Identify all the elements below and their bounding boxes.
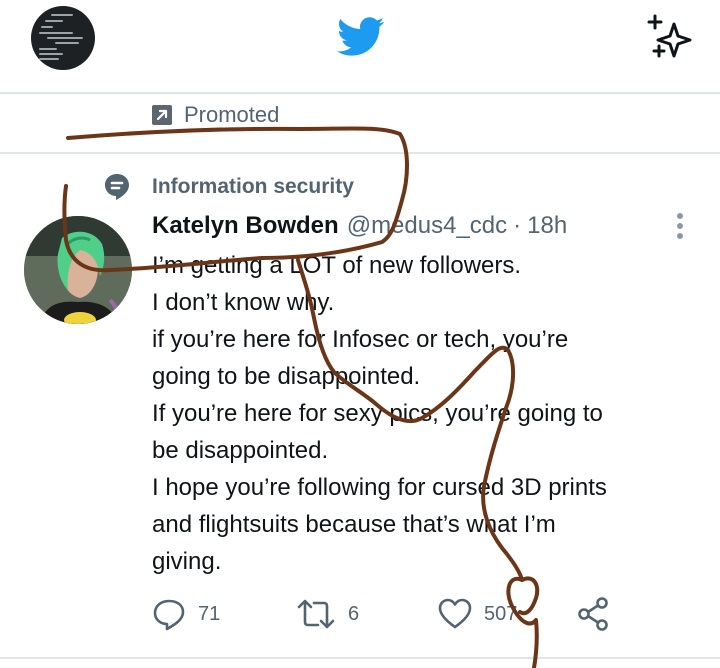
topic-bubble-icon (105, 174, 129, 200)
tweet-text-line: and flightsuits because that’s what I’m (152, 511, 556, 538)
share-icon (578, 597, 608, 631)
author-name[interactable]: Katelyn Bowden (152, 212, 339, 240)
tweet-text-line: be disappointed. (152, 437, 329, 464)
tweet-text-line: giving. (152, 548, 222, 575)
reply-count: 71 (198, 602, 221, 625)
profile-avatar[interactable] (31, 6, 95, 70)
separator-dot: · (513, 212, 522, 239)
reply-icon (153, 599, 185, 631)
like-button[interactable]: 507 (438, 596, 517, 632)
tweet-text-line: I hope you’re following for cursed 3D pr… (152, 474, 607, 501)
retweet-icon (297, 599, 335, 629)
tweet-divider (0, 152, 720, 154)
author-avatar[interactable] (24, 216, 132, 324)
topic-label[interactable]: Information security (152, 175, 354, 199)
tweet-text-line: I don’t know why. (152, 289, 335, 316)
topic-context[interactable]: Information security (104, 172, 354, 202)
like-count: 507 (484, 602, 518, 625)
twitter-bird-icon[interactable] (337, 17, 385, 57)
tweet-header: Katelyn Bowden @medus4_cdc · 18h (152, 210, 567, 242)
tweet-text-line: going to be disappointed. (152, 363, 421, 390)
author-handle[interactable]: @medus4_cdc (347, 212, 507, 240)
tweet-timestamp[interactable]: 18h (527, 212, 567, 240)
bottom-divider (0, 657, 720, 659)
sparkle-icon[interactable] (645, 14, 695, 60)
tweet-text-line: I’m getting a LOT of new followers. (152, 252, 522, 279)
retweet-count: 6 (348, 602, 360, 625)
tweet-text: I’m getting a LOT of new followers. I do… (152, 247, 692, 580)
retweet-button[interactable]: 6 (296, 596, 359, 632)
promoted-label: Promoted (152, 100, 279, 130)
share-button[interactable] (576, 596, 610, 632)
arrow-up-right-icon (152, 105, 172, 125)
tweet-actions: 71 6 507 (152, 596, 622, 632)
header-divider (0, 92, 720, 94)
reply-button[interactable]: 71 (152, 596, 220, 632)
tweet-text-line: if you’re here for Infosec or tech, you’… (152, 326, 569, 353)
top-bar (0, 0, 720, 92)
more-options-icon[interactable] (668, 212, 692, 240)
tweet-text-line: If you’re here for sexy pics, you’re goi… (152, 400, 603, 427)
promoted-text: Promoted (184, 102, 280, 127)
heart-icon (438, 598, 472, 629)
